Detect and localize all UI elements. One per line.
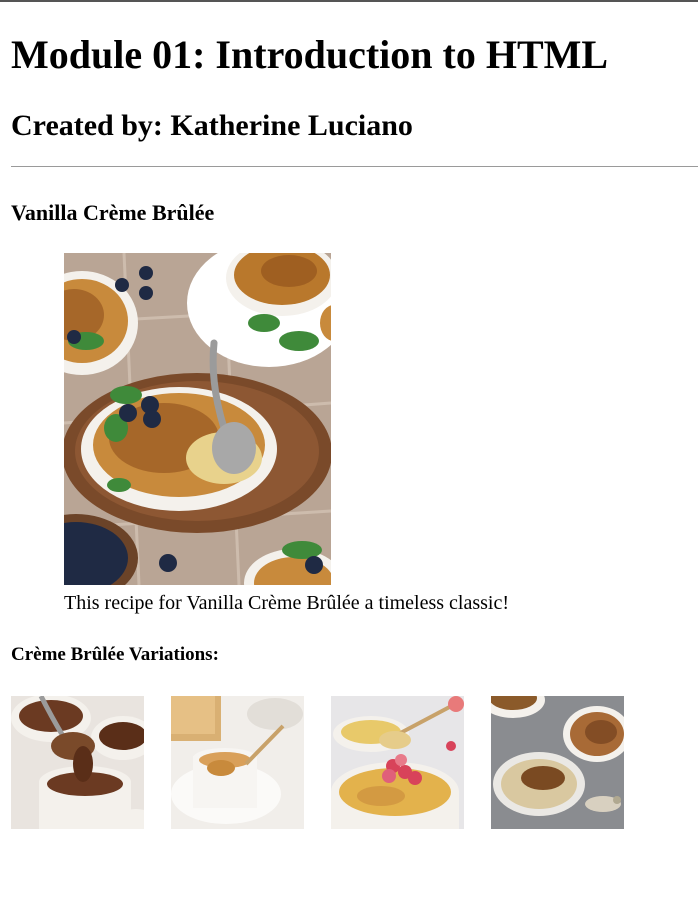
top-border: [0, 0, 698, 2]
raspberry-creme-brulee-thumbnail: [331, 696, 464, 829]
recipe-title: Vanilla Crème Brûlée: [11, 200, 215, 225]
author-heading: Created by: Katherine Luciano: [11, 109, 413, 142]
creme-brulee-photo: [64, 253, 331, 585]
spiced-creme-brulee-thumbnail: [491, 696, 624, 829]
recipe-caption: This recipe for Vanilla Crème Brûlée a t…: [64, 592, 510, 614]
page-title: Module 01: Introduction to HTML: [11, 32, 609, 77]
variations-heading: Crème Brûlée Variations:: [11, 644, 219, 665]
chocolate-creme-brulee-thumbnail: [11, 696, 144, 829]
divider: [11, 166, 698, 167]
caramel-creme-brulee-thumbnail: [171, 696, 304, 829]
